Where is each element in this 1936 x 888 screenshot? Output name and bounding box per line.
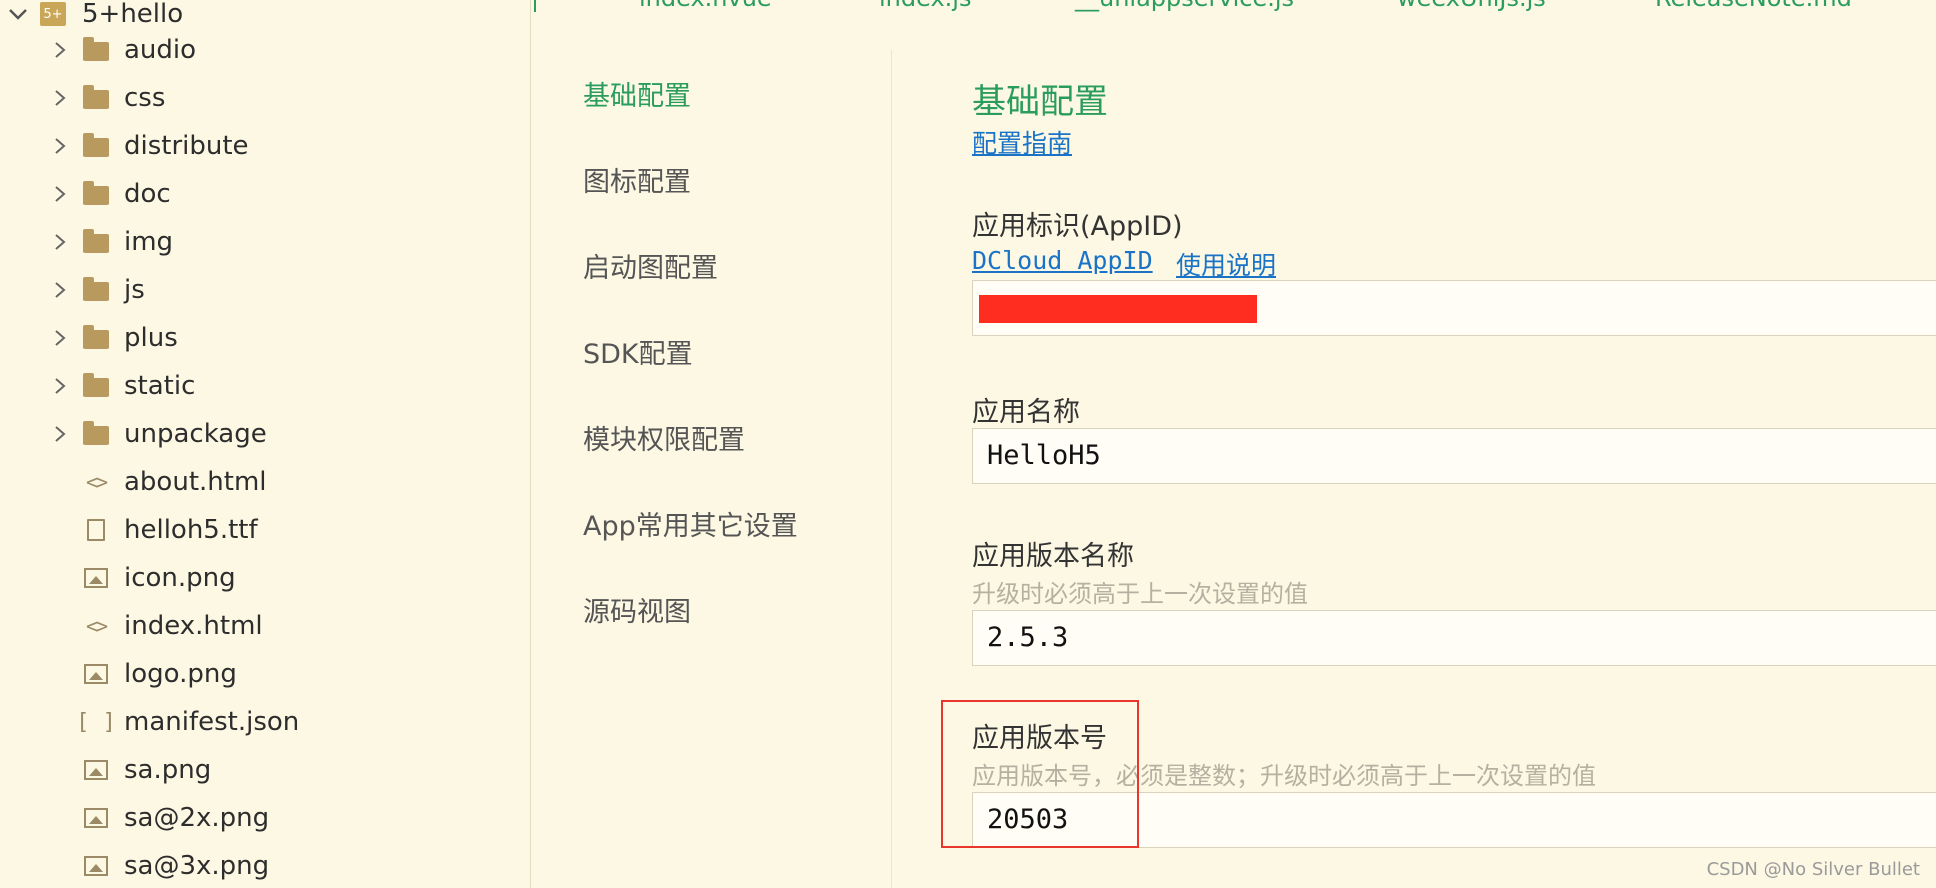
chevron-right-icon[interactable] [50,328,70,348]
nav-item-source-view[interactable]: 源码视图 [583,590,691,629]
chevron-right-icon[interactable] [50,280,70,300]
tree-item-audio[interactable]: audio [0,26,530,74]
tree-item-sa-2x-png[interactable]: sa@2x.png [0,794,530,842]
nav-item-icon-config[interactable]: 图标配置 [583,160,691,199]
version-name-hint: 升级时必须高于上一次设置的值 [972,580,1308,608]
tree-item-about-html[interactable]: <> about.html [0,458,530,506]
tree-item-sa-3x-png[interactable]: sa@3x.png [0,842,530,888]
appid-usage-link[interactable]: 使用说明 [1176,246,1276,282]
tree-item-label: static [124,371,196,401]
annotation-highlight-box [941,700,1139,848]
redaction-bar [979,295,1257,323]
folder-icon [82,325,110,350]
tree-item-label: sa@3x.png [124,851,270,881]
tree-item-doc[interactable]: doc [0,170,530,218]
tree-item-label: img [124,227,174,257]
tree-item-label: audio [124,35,197,65]
nav-item-splash-config[interactable]: 启动图配置 [583,246,718,285]
folder-icon [82,133,110,158]
folder-icon [82,373,110,398]
manifest-settings-nav: 基础配置 图标配置 启动图配置 SDK配置 模块权限配置 App常用其它设置 源… [531,50,892,888]
tree-item-label: doc [124,179,171,209]
folder-icon [82,85,110,110]
tree-item-label: index.html [124,611,263,641]
folder-icon [82,421,110,446]
folder-icon [82,229,110,254]
chevron-right-icon[interactable] [50,376,70,396]
watermark: CSDN @No Silver Bullet [1706,859,1920,880]
version-name-input[interactable]: 2.5.3 [972,610,1936,666]
html-file-icon: <> [85,470,108,494]
html-file-icon: <> [85,614,108,638]
tree-item-img[interactable]: img [0,218,530,266]
tree-item-helloh5-ttf[interactable]: helloh5.ttf [0,506,530,554]
file-icon [82,518,110,542]
tab-index-js[interactable]: index.js [879,0,971,12]
tree-item-label: css [124,83,166,113]
chevron-right-icon[interactable] [50,184,70,204]
tree-item-distribute[interactable]: distribute [0,122,530,170]
tree-item-label: plus [124,323,178,353]
image-file-icon [82,806,110,830]
tree-item-js[interactable]: js [0,266,530,314]
tree-item-unpackage[interactable]: unpackage [0,410,530,458]
chevron-right-icon[interactable] [50,424,70,444]
image-file-icon [82,854,110,878]
version-name-label: 应用版本名称 [972,541,1134,572]
chevron-right-icon[interactable] [50,88,70,108]
tree-item-label: manifest.json [124,707,300,737]
tree-root-label: 5+hello [82,0,184,29]
chevron-down-icon[interactable] [6,2,30,26]
tree-item-label: js [124,275,145,305]
file-tree: 5+ 5+hello audio css distribute doc img … [0,0,531,888]
dcloud-appid-link[interactable]: DCloud AppID [972,246,1153,275]
tree-item-label: sa@2x.png [124,803,270,833]
tree-item-label: helloh5.ttf [124,515,258,545]
image-file-icon [82,662,110,686]
tree-item-label: logo.png [124,659,237,689]
nav-item-module-permission-config[interactable]: 模块权限配置 [583,418,745,457]
tree-item-label: about.html [124,467,267,497]
tree-item-sa-png[interactable]: sa.png [0,746,530,794]
nav-item-app-other-settings[interactable]: App常用其它设置 [583,504,798,543]
chevron-right-icon[interactable] [50,232,70,252]
tree-item-index-html[interactable]: <> index.html [0,602,530,650]
tree-item-label: sa.png [124,755,212,785]
chevron-right-icon[interactable] [50,136,70,156]
tree-item-static[interactable]: static [0,362,530,410]
json-file-icon: [ ] [76,709,116,735]
tree-item-label: unpackage [124,419,267,449]
image-file-icon [82,758,110,782]
app-name-input[interactable]: HelloH5 [972,428,1936,484]
tree-item-manifest-json[interactable]: [ ] manifest.json [0,698,530,746]
tree-item-label: icon.png [124,563,236,593]
tree-item-css[interactable]: css [0,74,530,122]
tab-separator [534,0,536,12]
folder-icon [82,181,110,206]
tree-item-plus[interactable]: plus [0,314,530,362]
tab-index-nvue[interactable]: index.nvue [639,0,772,12]
appid-input[interactable] [972,280,1936,336]
project-5plus-icon: 5+ [40,2,66,26]
image-file-icon [82,566,110,590]
tree-item-icon-png[interactable]: icon.png [0,554,530,602]
app-name-label: 应用名称 [972,397,1080,428]
nav-item-sdk-config[interactable]: SDK配置 [583,332,693,371]
tree-item-label: distribute [124,131,249,161]
folder-icon [82,37,110,62]
section-title: 基础配置 [972,82,1108,122]
chevron-right-icon[interactable] [50,40,70,60]
nav-item-basic-config[interactable]: 基础配置 [583,74,691,113]
folder-icon [82,277,110,302]
config-guide-link[interactable]: 配置指南 [972,124,1072,160]
tree-item-logo-png[interactable]: logo.png [0,650,530,698]
appid-label: 应用标识(AppID) [972,211,1183,242]
